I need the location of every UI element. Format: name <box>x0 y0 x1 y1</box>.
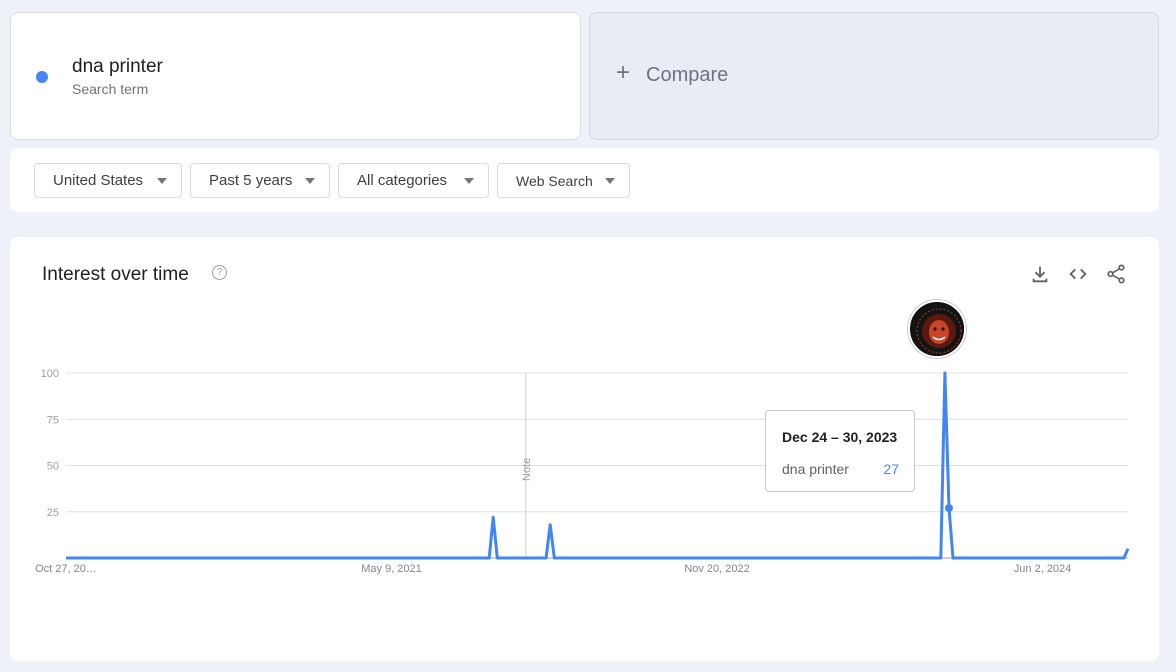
compare-label: Compare <box>646 64 729 86</box>
y-tick-label: 25 <box>47 507 59 519</box>
category-dropdown-label: All categories <box>357 172 448 189</box>
category-dropdown[interactable]: All categories <box>338 163 489 198</box>
interest-over-time-card: Interest over time ? 25 50 75 100 Oct 27, 2… <box>10 237 1159 661</box>
tooltip-term: dna printer <box>782 461 849 477</box>
plus-icon: + <box>616 59 631 86</box>
search-type-dropdown-label: Web Search <box>516 172 593 189</box>
event-badge-joe-rogan-experience[interactable] <box>908 300 966 358</box>
tooltip-date: Dec 24 – 30, 2023 <box>782 429 898 445</box>
x-tick-label: Nov 20, 2022 <box>684 563 749 575</box>
time-range-dropdown[interactable]: Past 5 years <box>190 163 330 198</box>
x-tick-label: May 9, 2021 <box>361 563 422 575</box>
search-term-name[interactable]: dna printer <box>72 56 163 78</box>
filter-bar: United States Past 5 years All categorie… <box>10 148 1159 212</box>
caret-down-icon <box>605 178 615 184</box>
x-tick-label: Oct 27, 20… <box>35 563 97 575</box>
region-dropdown-label: United States <box>53 172 144 189</box>
line-chart: 25 50 75 100 Oct 27, 20… May 9, 2021 Nov 20, … <box>35 368 1130 575</box>
caret-down-icon <box>305 178 315 184</box>
search-term-subtitle: Search term <box>72 81 149 97</box>
search-term-card[interactable]: dna printer Search term <box>10 12 581 140</box>
y-tick-label: 75 <box>47 414 59 426</box>
x-tick-label: Jun 2, 2024 <box>1014 563 1072 575</box>
highlighted-data-point <box>944 504 953 513</box>
caret-down-icon <box>464 178 474 184</box>
y-tick-label: 100 <box>41 368 59 380</box>
y-tick-label: 50 <box>47 461 59 473</box>
caret-down-icon <box>157 178 167 184</box>
series-color-dot <box>36 71 48 83</box>
tooltip-value: 27 <box>883 461 899 477</box>
time-range-dropdown-label: Past 5 years <box>209 172 293 189</box>
note-label: Note <box>521 458 533 481</box>
region-dropdown[interactable]: United States <box>34 163 182 198</box>
search-type-dropdown[interactable]: Web Search <box>497 163 630 198</box>
compare-button[interactable]: + Compare <box>589 12 1159 140</box>
data-tooltip: Dec 24 – 30, 2023 dna printer 27 <box>765 410 915 492</box>
